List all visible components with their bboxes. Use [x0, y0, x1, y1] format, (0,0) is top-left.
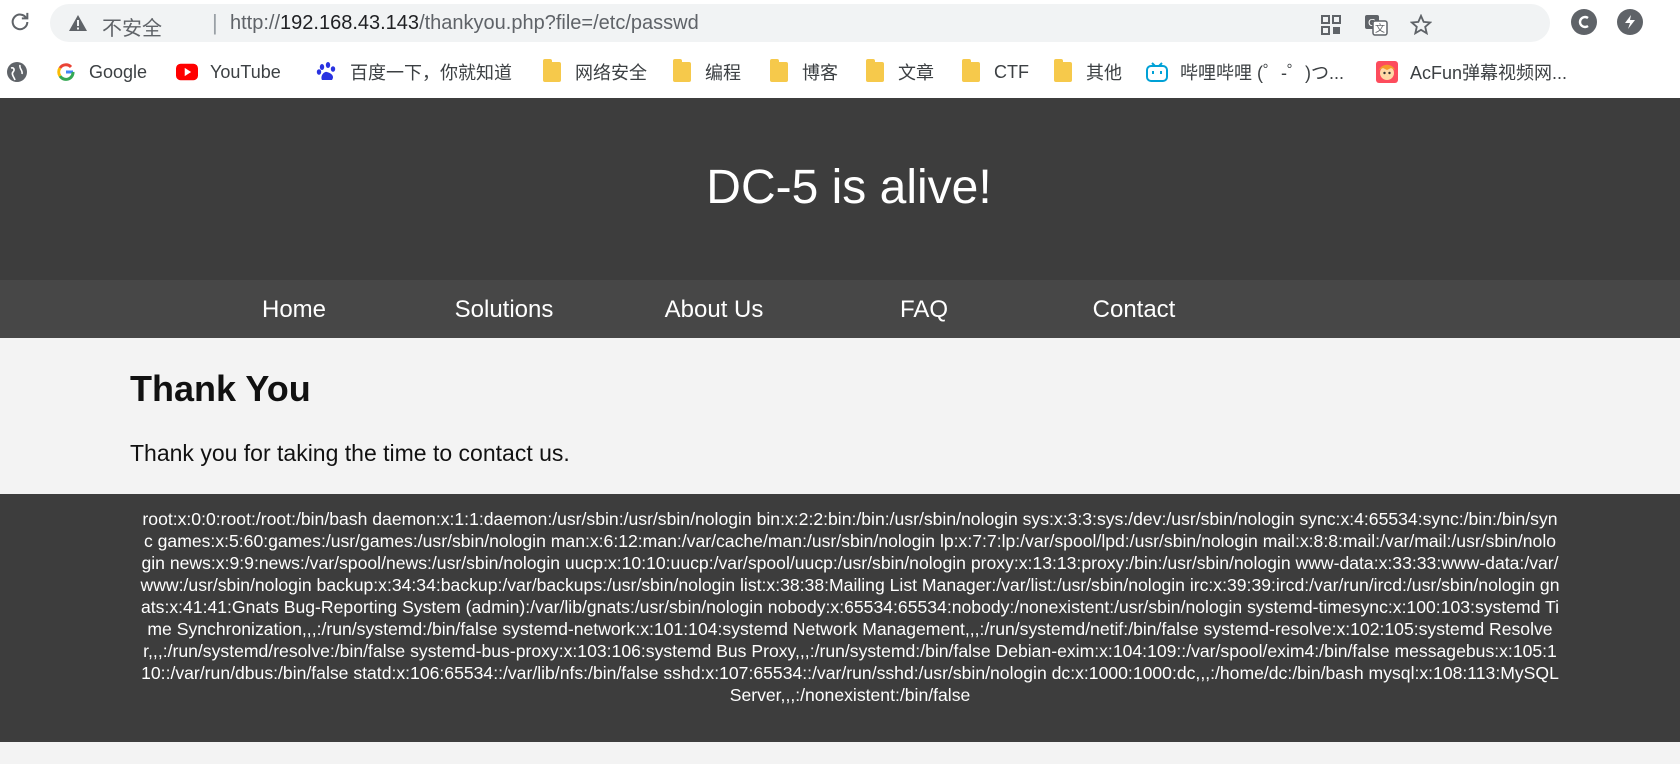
bookmark-baidu[interactable]: 百度一下，你就知道 — [316, 58, 512, 86]
youtube-icon — [176, 61, 198, 83]
omnibox-divider: | — [212, 10, 218, 35]
folder-icon — [960, 59, 982, 83]
nav-contact[interactable]: Contact — [1029, 296, 1239, 324]
bookmark-youtube[interactable]: YouTube — [176, 58, 281, 86]
bookmark-label: 网络安全 — [575, 63, 647, 83]
bookmark-folder-programming[interactable]: 编程 — [671, 58, 741, 86]
file-output-footer: root:x:0:0:root:/root:/bin/bash daemon:x… — [0, 494, 1680, 742]
bookmark-folder-blog[interactable]: 博客 — [768, 58, 838, 86]
bookmark-google[interactable]: Google — [55, 58, 147, 86]
site-nav: Home Solutions About Us FAQ Contact — [0, 280, 1680, 338]
url-host: 192.168.43.143 — [280, 12, 420, 34]
reload-icon[interactable] — [6, 8, 34, 36]
page-heading: Thank You — [130, 368, 311, 409]
nav-faq[interactable]: FAQ — [819, 296, 1029, 324]
bookmark-globe[interactable] — [6, 58, 40, 86]
bilibili-icon — [1146, 61, 1168, 83]
folder-icon — [768, 59, 790, 83]
bookmark-label: 百度一下，你就知道 — [350, 63, 512, 83]
bookmark-folder-other[interactable]: 其他 — [1052, 58, 1122, 86]
extension-c-icon[interactable] — [1571, 9, 1597, 35]
folder-icon — [541, 59, 563, 83]
folder-icon — [864, 59, 886, 83]
folder-icon — [671, 59, 693, 83]
site-title: DC-5 is alive! — [706, 161, 992, 214]
bookmark-bilibili[interactable]: 哔哩哔哩 (゜-゜)つ... — [1146, 58, 1344, 86]
baidu-icon — [316, 61, 338, 83]
globe-icon — [6, 61, 28, 83]
extension-bolt-icon[interactable] — [1617, 9, 1643, 35]
url-path: /thankyou.php?file=/etc/passwd — [419, 12, 699, 34]
bookmark-label: CTF — [994, 61, 1029, 82]
address-bar-row: 不安全 | http://192.168.43.143/thankyou.php… — [0, 0, 1680, 46]
bookmark-label: AcFun弹幕视频网... — [1410, 63, 1568, 83]
bookmark-label: YouTube — [210, 61, 281, 82]
folder-icon — [1052, 59, 1074, 83]
browser-chrome: 不安全 | http://192.168.43.143/thankyou.php… — [0, 0, 1680, 98]
bookmark-acfun[interactable]: AcFun弹幕视频网... — [1376, 58, 1567, 86]
star-icon[interactable] — [1409, 13, 1434, 36]
google-icon — [55, 61, 77, 83]
url-text[interactable]: http://192.168.43.143/thankyou.php?file=… — [230, 12, 699, 35]
omnibox[interactable]: 不安全 | http://192.168.43.143/thankyou.php… — [50, 4, 1550, 42]
warning-icon[interactable] — [68, 13, 88, 33]
apps-grid-icon[interactable] — [1320, 14, 1344, 36]
bookmarks-bar: Google YouTube 百度一下，你就知道 网络安全 编程 博客 文章 C… — [0, 52, 1680, 92]
bookmark-label: 其他 — [1086, 63, 1122, 83]
nav-about-us[interactable]: About Us — [609, 296, 819, 324]
site-header: DC-5 is alive! — [0, 98, 1680, 280]
security-label[interactable]: 不安全 — [102, 12, 162, 41]
nav-home[interactable]: Home — [189, 296, 399, 324]
bookmark-label: Google — [89, 61, 148, 82]
acfun-icon — [1376, 61, 1398, 83]
bookmark-folder-security[interactable]: 网络安全 — [541, 58, 647, 86]
thank-you-message: Thank you for taking the time to contact… — [130, 440, 570, 466]
nav-solutions[interactable]: Solutions — [399, 296, 609, 324]
bookmark-label: 哔哩哔哩 (゜-゜)つ... — [1180, 63, 1344, 83]
page-bottom — [0, 742, 1680, 764]
bookmark-label: 编程 — [705, 63, 741, 83]
svg-text:文: 文 — [1375, 22, 1385, 35]
translate-icon[interactable]: G文 — [1364, 14, 1388, 36]
bookmark-label: 博客 — [802, 63, 838, 83]
url-scheme: http:// — [230, 12, 281, 34]
main-content: Thank You Thank you for taking the time … — [0, 338, 1680, 494]
bookmark-label: 文章 — [898, 63, 934, 83]
passwd-file-contents: root:x:0:0:root:/root:/bin/bash daemon:x… — [140, 509, 1560, 705]
bookmark-folder-ctf[interactable]: CTF — [960, 58, 1029, 86]
bookmark-folder-articles[interactable]: 文章 — [864, 58, 934, 86]
